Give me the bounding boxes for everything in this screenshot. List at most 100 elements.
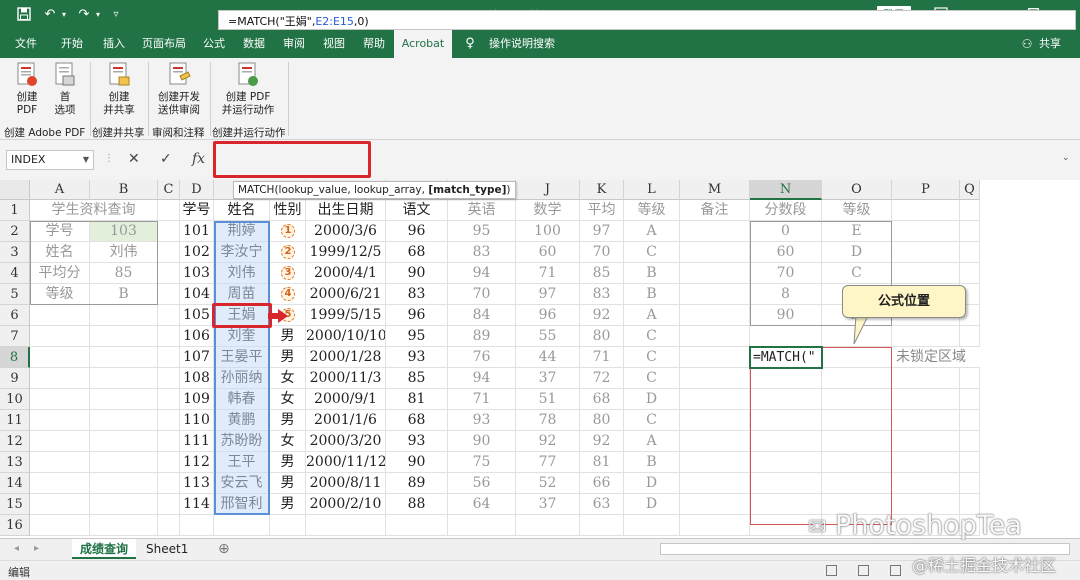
cell[interactable]: [750, 473, 822, 494]
column-header[interactable]: P: [892, 180, 960, 200]
cell[interactable]: [822, 368, 892, 389]
table-cell[interactable]: 102: [180, 242, 214, 263]
run-action-button[interactable]: 创建 PDF 并运行动作: [216, 62, 280, 117]
table-cell[interactable]: C: [624, 410, 680, 431]
cell[interactable]: [30, 305, 90, 326]
table-cell[interactable]: A: [624, 431, 680, 452]
cell[interactable]: [892, 242, 960, 263]
table-cell[interactable]: 男: [270, 347, 306, 368]
row-header[interactable]: 13: [0, 452, 30, 473]
cell[interactable]: [892, 368, 960, 389]
cell[interactable]: [30, 347, 90, 368]
cell[interactable]: [158, 200, 180, 221]
cell[interactable]: [30, 368, 90, 389]
table-cell[interactable]: 2000/1/28: [306, 347, 386, 368]
cell[interactable]: [158, 326, 180, 347]
table-header[interactable]: 学号: [180, 200, 214, 221]
table-cell[interactable]: 108: [180, 368, 214, 389]
table-cell[interactable]: 88: [386, 494, 448, 515]
lookup-title[interactable]: 学生资料查询: [30, 200, 158, 221]
column-header[interactable]: O: [822, 180, 892, 200]
table-cell[interactable]: 2000/3/6: [306, 221, 386, 242]
row-header[interactable]: 7: [0, 326, 30, 347]
table-cell[interactable]: B: [624, 284, 680, 305]
cell[interactable]: [90, 305, 158, 326]
cell[interactable]: [158, 284, 180, 305]
column-header[interactable]: L: [624, 180, 680, 200]
add-sheet-icon[interactable]: ⊕: [210, 539, 238, 559]
cell[interactable]: [680, 389, 750, 410]
row-header[interactable]: 4: [0, 263, 30, 284]
grade-cell[interactable]: 70: [750, 263, 822, 284]
cell[interactable]: [960, 200, 980, 221]
table-cell[interactable]: 93: [386, 347, 448, 368]
table-cell[interactable]: 女: [270, 431, 306, 452]
row-header[interactable]: 11: [0, 410, 30, 431]
table-cell[interactable]: 2000/6/21: [306, 284, 386, 305]
lookup-label[interactable]: 学号: [30, 221, 90, 242]
cell[interactable]: [960, 410, 980, 431]
cell[interactable]: [30, 515, 90, 536]
lookup-value[interactable]: 103: [90, 221, 158, 242]
table-cell[interactable]: 80: [580, 326, 624, 347]
select-all-corner[interactable]: [0, 180, 30, 200]
table-cell[interactable]: 王晏平: [214, 347, 270, 368]
cell[interactable]: [158, 305, 180, 326]
table-cell[interactable]: 83: [386, 284, 448, 305]
table-cell[interactable]: 107: [180, 347, 214, 368]
cell[interactable]: [680, 494, 750, 515]
cell[interactable]: [158, 452, 180, 473]
cell[interactable]: [680, 410, 750, 431]
lookup-value[interactable]: B: [90, 284, 158, 305]
cell[interactable]: [892, 221, 960, 242]
table-cell[interactable]: 97: [516, 284, 580, 305]
table-cell[interactable]: B: [624, 263, 680, 284]
cell[interactable]: [960, 221, 980, 242]
column-header[interactable]: K: [580, 180, 624, 200]
table-cell[interactable]: 60: [516, 242, 580, 263]
table-cell[interactable]: 韩春: [214, 389, 270, 410]
table-cell[interactable]: 55: [516, 326, 580, 347]
grade-cell[interactable]: D: [822, 242, 892, 263]
row-header[interactable]: 10: [0, 389, 30, 410]
table-cell[interactable]: 李汝宁: [214, 242, 270, 263]
table-cell[interactable]: 2000/10/10: [306, 326, 386, 347]
table-cell[interactable]: 邢智利: [214, 494, 270, 515]
lookup-value[interactable]: 刘伟: [90, 242, 158, 263]
lookup-label[interactable]: 姓名: [30, 242, 90, 263]
cell[interactable]: [180, 515, 214, 536]
cell[interactable]: [30, 431, 90, 452]
table-cell[interactable]: 70: [580, 242, 624, 263]
table-cell[interactable]: 109: [180, 389, 214, 410]
cell[interactable]: [822, 431, 892, 452]
cell[interactable]: [680, 452, 750, 473]
cell[interactable]: [158, 431, 180, 452]
sheet-tab-grades[interactable]: 成绩查询: [72, 539, 137, 559]
cell[interactable]: [680, 431, 750, 452]
table-cell[interactable]: 男: [270, 473, 306, 494]
table-cell[interactable]: 王平: [214, 452, 270, 473]
cell[interactable]: [624, 515, 680, 536]
grade-cell[interactable]: 8: [750, 284, 822, 305]
table-cell[interactable]: 94: [448, 368, 516, 389]
column-header[interactable]: B: [90, 180, 158, 200]
cell[interactable]: [750, 368, 822, 389]
table-cell[interactable]: 75: [448, 452, 516, 473]
table-cell[interactable]: 90: [386, 452, 448, 473]
preferences-button[interactable]: 首 选项: [48, 62, 82, 117]
tab-home[interactable]: 开始: [54, 30, 90, 58]
table-cell[interactable]: 68: [386, 410, 448, 431]
table-cell[interactable]: 2000/11/3: [306, 368, 386, 389]
table-cell[interactable]: 72: [580, 368, 624, 389]
tab-review[interactable]: 审阅: [276, 30, 312, 58]
cell[interactable]: [750, 452, 822, 473]
formula-bar-drag-icon[interactable]: ⋮: [104, 153, 114, 164]
table-cell[interactable]: 94: [448, 263, 516, 284]
grade-cell[interactable]: 90: [750, 305, 822, 326]
share-button[interactable]: 共享: [1036, 30, 1064, 58]
cell[interactable]: [270, 515, 306, 536]
cell[interactable]: [680, 305, 750, 326]
cell[interactable]: [90, 326, 158, 347]
cell[interactable]: [680, 347, 750, 368]
row-header[interactable]: 9: [0, 368, 30, 389]
